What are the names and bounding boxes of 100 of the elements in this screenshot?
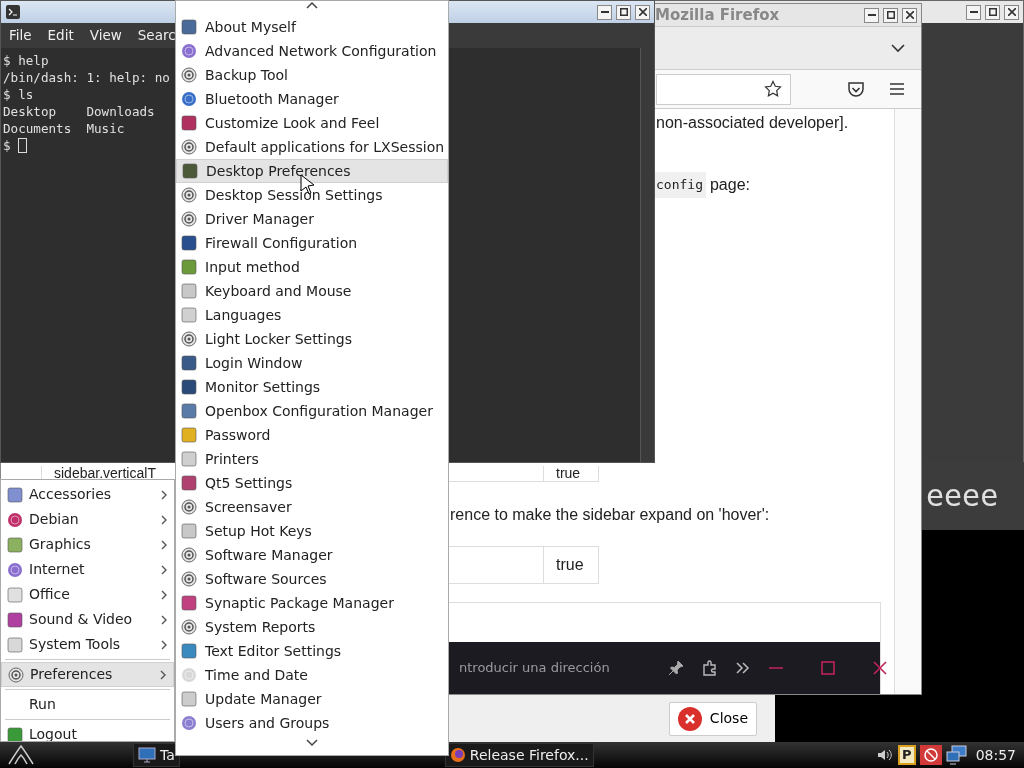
app-icon bbox=[181, 235, 197, 251]
app-icon bbox=[181, 475, 197, 491]
minimize-button[interactable] bbox=[864, 7, 879, 23]
menu-item[interactable]: Debian bbox=[1, 507, 174, 532]
menu-item[interactable]: File bbox=[9, 25, 32, 46]
menu-item[interactable]: Keyboard and Mouse bbox=[176, 279, 448, 303]
menu-item[interactable]: Office bbox=[1, 582, 174, 607]
menu-item[interactable]: About Myself bbox=[176, 15, 448, 39]
app-icon bbox=[181, 667, 197, 683]
star-icon[interactable] bbox=[764, 80, 782, 98]
menu-item[interactable]: Desktop Preferences bbox=[176, 159, 448, 183]
maximize-button[interactable] bbox=[985, 4, 1000, 20]
app-icon bbox=[181, 259, 197, 275]
menu-item[interactable]: Accessories bbox=[1, 482, 174, 507]
task-button[interactable]: Ta bbox=[133, 743, 180, 767]
menu-item[interactable]: Screensaver bbox=[176, 495, 448, 519]
menu-item[interactable]: System Reports bbox=[176, 615, 448, 639]
app-icon bbox=[7, 511, 23, 528]
menu-item[interactable]: Light Locker Settings bbox=[176, 327, 448, 351]
close-button[interactable] bbox=[902, 7, 917, 23]
menu-item[interactable]: Software Sources bbox=[176, 567, 448, 591]
start-menu-icon[interactable] bbox=[6, 744, 36, 766]
task-button[interactable]: Release Firefox... bbox=[444, 743, 594, 767]
menu-item[interactable]: Setup Hot Keys bbox=[176, 519, 448, 543]
menu-item[interactable]: Input method bbox=[176, 255, 448, 279]
app-icon bbox=[181, 691, 197, 707]
menu-item[interactable]: Searc bbox=[137, 25, 176, 46]
gear-icon bbox=[181, 499, 197, 515]
menu-item[interactable]: System Tools bbox=[1, 632, 174, 657]
menu-item[interactable]: Internet bbox=[1, 557, 174, 582]
paragraph: non-associated developer]. bbox=[656, 113, 849, 133]
app-icon bbox=[181, 19, 197, 35]
scrollbar[interactable] bbox=[640, 48, 654, 462]
scroll-up-icon[interactable] bbox=[306, 1, 318, 9]
menu-item[interactable]: Update Manager bbox=[176, 687, 448, 711]
chevron-down-icon[interactable] bbox=[891, 43, 905, 53]
app-icon bbox=[181, 283, 197, 299]
maximize-button[interactable] bbox=[616, 4, 631, 20]
app-icon bbox=[7, 586, 23, 603]
menu-item[interactable]: Logout bbox=[1, 722, 174, 741]
menu-item[interactable]: Firewall Configuration bbox=[176, 231, 448, 255]
table-cell: true bbox=[544, 546, 599, 584]
text-cursor bbox=[18, 138, 28, 153]
menu-item[interactable]: Password bbox=[176, 423, 448, 447]
menu-item[interactable]: Monitor Settings bbox=[176, 375, 448, 399]
terminal-line: $ ls bbox=[3, 86, 34, 103]
minimize-button[interactable] bbox=[966, 4, 981, 20]
gear-icon bbox=[181, 67, 197, 83]
double-chevron-icon[interactable] bbox=[735, 661, 751, 675]
menu-item[interactable]: Synaptic Package Manager bbox=[176, 591, 448, 615]
puzzle-icon[interactable] bbox=[701, 659, 719, 677]
menu-item[interactable]: Text Editor Settings bbox=[176, 639, 448, 663]
menu-item[interactable]: View bbox=[89, 25, 122, 46]
menu-item[interactable]: Desktop Session Settings bbox=[176, 183, 448, 207]
app-icon bbox=[181, 403, 197, 419]
scroll-down-icon[interactable] bbox=[306, 739, 318, 747]
menu-item[interactable]: Login Window bbox=[176, 351, 448, 375]
tray-badge[interactable]: P bbox=[897, 745, 916, 765]
gear-icon bbox=[181, 547, 197, 563]
close-icon[interactable] bbox=[871, 659, 889, 677]
app-icon bbox=[7, 726, 23, 741]
app-icon bbox=[181, 427, 197, 443]
minimize-button[interactable] bbox=[597, 4, 612, 20]
pocket-icon[interactable] bbox=[847, 80, 865, 98]
menu-icon[interactable] bbox=[889, 82, 905, 96]
app-icon bbox=[181, 91, 197, 107]
menu-item[interactable]: Run bbox=[1, 692, 174, 717]
maximize-button[interactable] bbox=[883, 7, 898, 23]
menu-item[interactable]: Default applications for LXSession bbox=[176, 135, 448, 159]
app-icon bbox=[181, 43, 197, 59]
no-entry-icon[interactable] bbox=[919, 745, 942, 765]
menu-item[interactable]: Driver Manager bbox=[176, 207, 448, 231]
close-button[interactable] bbox=[1004, 4, 1019, 20]
menu-item[interactable]: Edit bbox=[47, 25, 74, 46]
menu-item[interactable]: Openbox Configuration Manager bbox=[176, 399, 448, 423]
menu-item[interactable]: Advanced Network Configuration bbox=[176, 39, 448, 63]
pin-icon[interactable] bbox=[667, 659, 685, 677]
minimize-icon bbox=[600, 11, 609, 13]
menu-item[interactable]: Preferences bbox=[1, 662, 174, 687]
terminal-icon bbox=[5, 4, 21, 20]
menu-item[interactable]: Users and Groups bbox=[176, 711, 448, 735]
menu-item[interactable]: Backup Tool bbox=[176, 63, 448, 87]
close-button[interactable] bbox=[635, 4, 650, 20]
terminal-line: /bin/dash: 1: help: no bbox=[3, 69, 170, 86]
menu-item[interactable]: Software Manager bbox=[176, 543, 448, 567]
menu-item[interactable]: Bluetooth Manager bbox=[176, 87, 448, 111]
paragraph: page: bbox=[709, 175, 750, 195]
window-title: Mozilla Firefox bbox=[655, 4, 780, 26]
terminal-line: Desktop Downloads bbox=[3, 103, 155, 120]
menu-item[interactable]: Time and Date bbox=[176, 663, 448, 687]
menu-item[interactable]: Customize Look and Feel bbox=[176, 111, 448, 135]
url-field[interactable] bbox=[656, 73, 791, 105]
menu-item[interactable]: Sound & Video bbox=[1, 607, 174, 632]
volume-icon[interactable] bbox=[875, 747, 894, 763]
app-icon bbox=[7, 611, 23, 628]
network-icon[interactable] bbox=[945, 745, 968, 765]
address-field[interactable]: ntroducir una dirección bbox=[457, 657, 631, 679]
menu-item[interactable]: Languages bbox=[176, 303, 448, 327]
close-button[interactable]: Close bbox=[668, 701, 757, 736]
menu-item[interactable]: Graphics bbox=[1, 532, 174, 557]
